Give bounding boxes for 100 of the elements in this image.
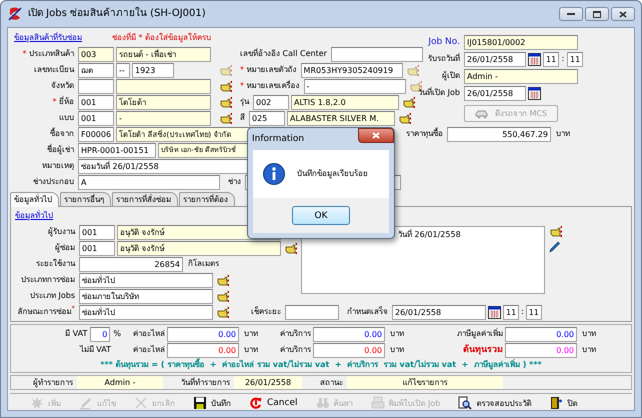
input-field[interactable]: -- <box>116 62 130 78</box>
field-label: กำหนดเสร็จ <box>346 306 389 318</box>
ok-button[interactable]: OK <box>292 206 350 225</box>
maximize-button[interactable] <box>585 7 609 21</box>
pointing-hand-icon[interactable] <box>220 96 232 108</box>
input-field[interactable]: 0.00 <box>167 326 239 342</box>
input-field[interactable]: 11 <box>543 52 559 66</box>
calendar-icon[interactable] <box>528 86 541 100</box>
input-field[interactable]: 001 <box>79 224 115 240</box>
pointing-hand-icon[interactable] <box>403 96 415 108</box>
history-button[interactable]: ตรวจสอบประวัติ <box>452 394 538 410</box>
pointing-hand-icon[interactable] <box>399 112 411 124</box>
status-value: 26/01/2558 <box>234 376 302 389</box>
field-label: เช็คระยะ <box>250 306 282 318</box>
input-field[interactable]: รถยนต์ - เพื่อเช่า <box>116 46 211 62</box>
input-field[interactable]: 0 <box>90 326 110 342</box>
input-field[interactable]: ซ่อมภายในบริษัท <box>79 288 213 304</box>
calendar-icon[interactable] <box>528 52 541 66</box>
status-label: สถานะ <box>319 376 344 388</box>
input-field[interactable] <box>116 78 211 94</box>
pointing-hand-icon[interactable] <box>220 112 232 124</box>
input-field[interactable]: 001 <box>78 110 114 126</box>
input-field[interactable]: 1923 <box>132 62 174 78</box>
input-field[interactable]: 0.00 <box>505 326 577 342</box>
pointing-hand-icon[interactable] <box>220 80 232 92</box>
input-field[interactable] <box>330 46 423 62</box>
input-field[interactable]: Admin - <box>464 68 578 84</box>
minimize-button[interactable] <box>559 7 583 21</box>
input-field[interactable]: 26854 <box>79 256 183 272</box>
tab[interactable]: รายการที่สั่งซ่อม <box>112 192 178 206</box>
input-field[interactable]: IJ015801/0002 <box>464 34 578 50</box>
input-field[interactable]: ฌต <box>78 62 114 78</box>
calendar-icon[interactable] <box>488 306 501 318</box>
cancel-button[interactable]: Cancel <box>243 394 304 410</box>
save-button[interactable]: บันทึก <box>187 394 237 410</box>
input-field[interactable]: F00006 <box>78 126 114 142</box>
field-label: วันที่เปิด Job <box>417 87 461 99</box>
input-field[interactable]: MR053HY9305240919 <box>300 62 403 78</box>
input-field[interactable]: 002 <box>253 94 289 110</box>
input-field[interactable]: โตโยต้า <box>116 94 211 110</box>
pointing-hand-icon[interactable] <box>217 274 229 286</box>
field-label: Job No. <box>426 36 461 48</box>
input-field[interactable]: 26/01/2558 <box>392 304 486 320</box>
tab[interactable]: ข้อมูลทั่วไป <box>10 192 59 207</box>
input-field[interactable]: 0.00 <box>313 326 385 342</box>
input-field[interactable]: 26/01/2558 <box>464 52 526 66</box>
input-field[interactable]: - <box>304 78 406 94</box>
close-icon <box>619 10 627 18</box>
input-field[interactable]: A <box>78 174 220 190</box>
minimize-icon <box>567 12 575 16</box>
pointing-hand-icon[interactable] <box>285 242 297 254</box>
input-field[interactable]: 001 <box>78 94 114 110</box>
field-label: แบบ <box>58 112 75 124</box>
input-field[interactable]: ซ่อมทั่วไป <box>79 304 213 320</box>
undo-icon <box>249 396 263 410</box>
input-field[interactable]: 025 <box>249 110 285 126</box>
input-field[interactable]: 0.00 <box>313 342 385 358</box>
input-field[interactable]: ซ่อมทั่วไป <box>79 272 213 288</box>
input-field[interactable] <box>78 78 114 94</box>
section-link[interactable]: ข้อมูลทั่วไป <box>15 210 53 222</box>
input-field[interactable]: 11 <box>526 304 542 320</box>
field-label: เลขที่อ้างอิง Call Center <box>239 48 328 60</box>
input-field[interactable]: 001 <box>79 240 115 256</box>
exit-button[interactable]: ปิด <box>543 394 584 410</box>
field-label: มี VAT <box>65 328 88 340</box>
input-field[interactable]: ALABASTER SILVER M. <box>287 110 395 126</box>
pointing-hand-icon[interactable] <box>217 306 229 318</box>
field-label: ประเภทการซ่อม <box>20 274 76 286</box>
input-field[interactable]: 550,467.29 <box>447 126 551 142</box>
input-field[interactable]: 11 <box>503 304 519 320</box>
tab[interactable]: รายการอื่นๆ <box>60 192 111 206</box>
pointing-hand-icon[interactable] <box>550 226 562 237</box>
input-field[interactable]: HPR-0001-00151 <box>78 142 156 158</box>
input-field[interactable]: 11 <box>567 52 583 66</box>
field-label: ประเภท Jobs <box>28 290 76 302</box>
unit-label: บาท <box>581 344 597 356</box>
input-field[interactable]: อนุวัติ จงรักษ์ <box>117 240 281 256</box>
field-label: ภาษีมูลค่าเพิ่ม <box>456 328 503 340</box>
status-value: Admin - <box>77 376 163 389</box>
section-link[interactable]: ข้อมูลสินค้าที่รับซ่อม <box>14 32 82 44</box>
input-field[interactable] <box>285 304 339 320</box>
unit-label: % <box>113 328 121 340</box>
notes-field[interactable]: วันที่ 26/01/2558 <box>301 226 545 294</box>
pencil-icon[interactable] <box>548 241 560 253</box>
input-field[interactable]: 003 <box>78 46 114 62</box>
field-label: ระยะใช้งาน <box>35 258 76 270</box>
input-field[interactable]: 26/01/2558 <box>464 86 526 100</box>
tab[interactable]: รายการที่ต้อง <box>179 192 235 206</box>
time-separator: : <box>521 306 524 318</box>
field-label: ผู้ซ่อม <box>54 242 76 254</box>
unit-label: บาท <box>389 328 405 340</box>
time-separator: : <box>561 53 565 65</box>
close-button[interactable] <box>611 7 635 21</box>
input-field[interactable]: 0.00 <box>167 342 239 358</box>
pointing-hand-icon[interactable] <box>217 290 229 302</box>
close-button[interactable] <box>358 128 394 143</box>
unit-label: บาท <box>581 328 597 340</box>
input-field[interactable]: ALTIS 1.8,2.0 <box>291 94 399 110</box>
input-field[interactable]: - <box>116 110 211 126</box>
field-label: ราคาทุนซื้อ <box>405 128 444 140</box>
